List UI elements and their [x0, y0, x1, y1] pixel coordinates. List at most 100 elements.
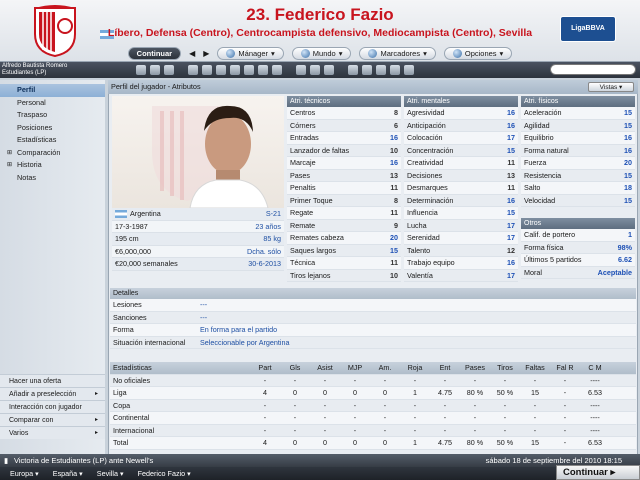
notes-icon[interactable] — [390, 65, 400, 75]
home-icon[interactable] — [136, 65, 146, 75]
make-offer-button[interactable]: Hacer una oferta — [0, 374, 105, 387]
physical-attr-name: Resistencia — [524, 170, 562, 180]
stats-column-header[interactable]: Estadísticas — [110, 363, 250, 372]
bookmarks-menu[interactable]: Marcadores ▾ — [359, 47, 436, 60]
sidebar-item-comparacion[interactable]: ⊞ Comparación — [0, 147, 105, 160]
stats-cell: 4 — [263, 388, 267, 398]
sidebar-item-historia[interactable]: ⊞ Historia — [0, 159, 105, 172]
mental-attr-row: Valentía 17 — [404, 269, 518, 282]
squad-icon[interactable] — [188, 65, 198, 75]
tactics-icon[interactable] — [202, 65, 212, 75]
technical-attr-name: Lanzador de faltas — [290, 145, 350, 155]
scouting-icon[interactable] — [230, 65, 240, 75]
otros-header: Otros — [521, 218, 635, 229]
search-input[interactable] — [550, 64, 636, 75]
compare-button[interactable]: Comparar con ▸ — [0, 413, 105, 426]
age: 23 años — [255, 221, 281, 231]
stats-cell: 1 — [413, 388, 417, 398]
stats-column-header[interactable]: Roja — [400, 363, 430, 372]
player-photo — [152, 105, 269, 208]
stats-cell: - — [353, 375, 357, 385]
interaction-button[interactable]: Interacción con jugador — [0, 400, 105, 413]
world-menu[interactable]: Mundo ▾ — [291, 47, 352, 60]
trophy-icon[interactable] — [296, 65, 306, 75]
sidebar-item-posiciones[interactable]: Posiciones — [0, 122, 105, 135]
liga-logo: LigaBBVA — [560, 16, 616, 42]
manager-menu[interactable]: Mánager ▾ — [217, 47, 284, 60]
world-icon[interactable] — [376, 65, 386, 75]
continue-button-bottom[interactable]: Continuar ▸ — [556, 465, 640, 480]
stats-column-header[interactable]: Ent — [430, 363, 460, 372]
u21-badge[interactable]: S-21 — [266, 209, 281, 218]
forward-arrow-icon[interactable]: ▶ — [203, 49, 209, 58]
mental-attr-value: 17 — [507, 133, 515, 143]
stats-column-header[interactable]: Asist — [310, 363, 340, 372]
news-icon[interactable] — [272, 65, 282, 75]
stats-column-header[interactable]: Fal R — [550, 363, 580, 372]
details-value[interactable]: Seleccionable por Argentina — [200, 338, 290, 347]
stats-column-header[interactable]: Am. — [370, 363, 400, 372]
stats-row: No oficiales - - - - - - - - - - - ---- — [110, 374, 636, 387]
sidebar-item-perfil[interactable]: Perfil — [0, 84, 105, 97]
finances-icon[interactable] — [244, 65, 254, 75]
details-value[interactable]: En forma para el partido — [200, 325, 277, 334]
details-header: Detalles — [110, 288, 636, 299]
stats-column-header[interactable]: MJP — [340, 363, 370, 372]
latest-match[interactable]: Victoria de Estudiantes (LP) ante Newell… — [14, 454, 153, 467]
stats-cell: - — [533, 400, 537, 410]
back-arrow-icon[interactable]: ◀ — [189, 49, 195, 58]
technical-attr-value: 16 — [390, 133, 398, 143]
details-row: Sanciones --- — [110, 311, 636, 324]
options-menu[interactable]: Opciones ▾ — [443, 47, 513, 60]
search-icon[interactable] — [404, 65, 414, 75]
stats-cell: - — [473, 400, 477, 410]
stats-column-header[interactable]: C M — [580, 363, 610, 372]
breadcrumb-sevilla[interactable]: Sevilla ▾ — [97, 467, 124, 480]
sidebar-item-traspaso[interactable]: Traspaso — [0, 109, 105, 122]
otros-attr-row: Moral Aceptable — [521, 266, 635, 279]
stats-column-header[interactable]: Tiros — [490, 363, 520, 372]
expand-icon[interactable]: ⊞ — [7, 147, 12, 160]
board-icon[interactable] — [362, 65, 372, 75]
transfers-icon[interactable] — [258, 65, 268, 75]
details-value[interactable]: --- — [200, 313, 207, 322]
breadcrumb-europa[interactable]: Europa ▾ — [10, 467, 39, 480]
stats-cell: - — [413, 400, 417, 410]
training-icon[interactable] — [216, 65, 226, 75]
expand-icon[interactable]: ⊞ — [7, 159, 12, 172]
calendar-icon[interactable] — [164, 65, 174, 75]
continue-button[interactable]: Continuar — [127, 47, 182, 60]
player-info-table: Argentina S-21 17-3-1987 23 años 195 cm 85 … — [112, 208, 284, 271]
sidebar-item-personal[interactable]: Personal — [0, 97, 105, 110]
stats-cell: - — [353, 413, 357, 423]
misc-button[interactable]: Varios ▸ — [0, 426, 105, 439]
details-value[interactable]: --- — [200, 300, 207, 309]
fixtures-icon[interactable] — [310, 65, 320, 75]
sidebar-item-notas[interactable]: Notas — [0, 172, 105, 185]
technical-attr-name: Córners — [290, 120, 316, 130]
stats-cell: - — [473, 375, 477, 385]
stats-column-header[interactable]: Part — [250, 363, 280, 372]
technical-attr-name: Técnica — [290, 258, 316, 268]
stats-icon[interactable] — [324, 65, 334, 75]
add-shortlist-button[interactable]: Añadir a preselección ▸ — [0, 387, 105, 400]
physical-attr-value: 20 — [624, 158, 632, 168]
stats-cell: - — [503, 425, 507, 435]
stats-column-header[interactable]: Pases — [460, 363, 490, 372]
breadcrumb-espana[interactable]: España ▾ — [53, 467, 83, 480]
mental-attr-row: Anticipación 16 — [404, 119, 518, 132]
details-row: Situación internacional Seleccionable por… — [110, 336, 636, 349]
details-row: Lesiones --- — [110, 299, 636, 312]
breadcrumb-player[interactable]: Federico Fazio ▾ — [138, 467, 191, 480]
technical-attr-value: 16 — [390, 158, 398, 168]
mental-attr-name: Valentía — [407, 270, 433, 280]
mental-attributes: Atri. mentales Agresividad 16 Anticipación… — [404, 96, 518, 282]
staff-icon[interactable] — [348, 65, 358, 75]
details-label: Sanciones — [113, 312, 147, 322]
stats-column-header[interactable]: Faltas — [520, 363, 550, 372]
views-dropdown[interactable]: Vistas ▾ — [588, 82, 634, 92]
inbox-icon[interactable] — [150, 65, 160, 75]
stats-column-header[interactable]: Gls — [280, 363, 310, 372]
stats-cell: - — [263, 425, 267, 435]
sidebar-item-estadisticas[interactable]: Estadísticas — [0, 134, 105, 147]
